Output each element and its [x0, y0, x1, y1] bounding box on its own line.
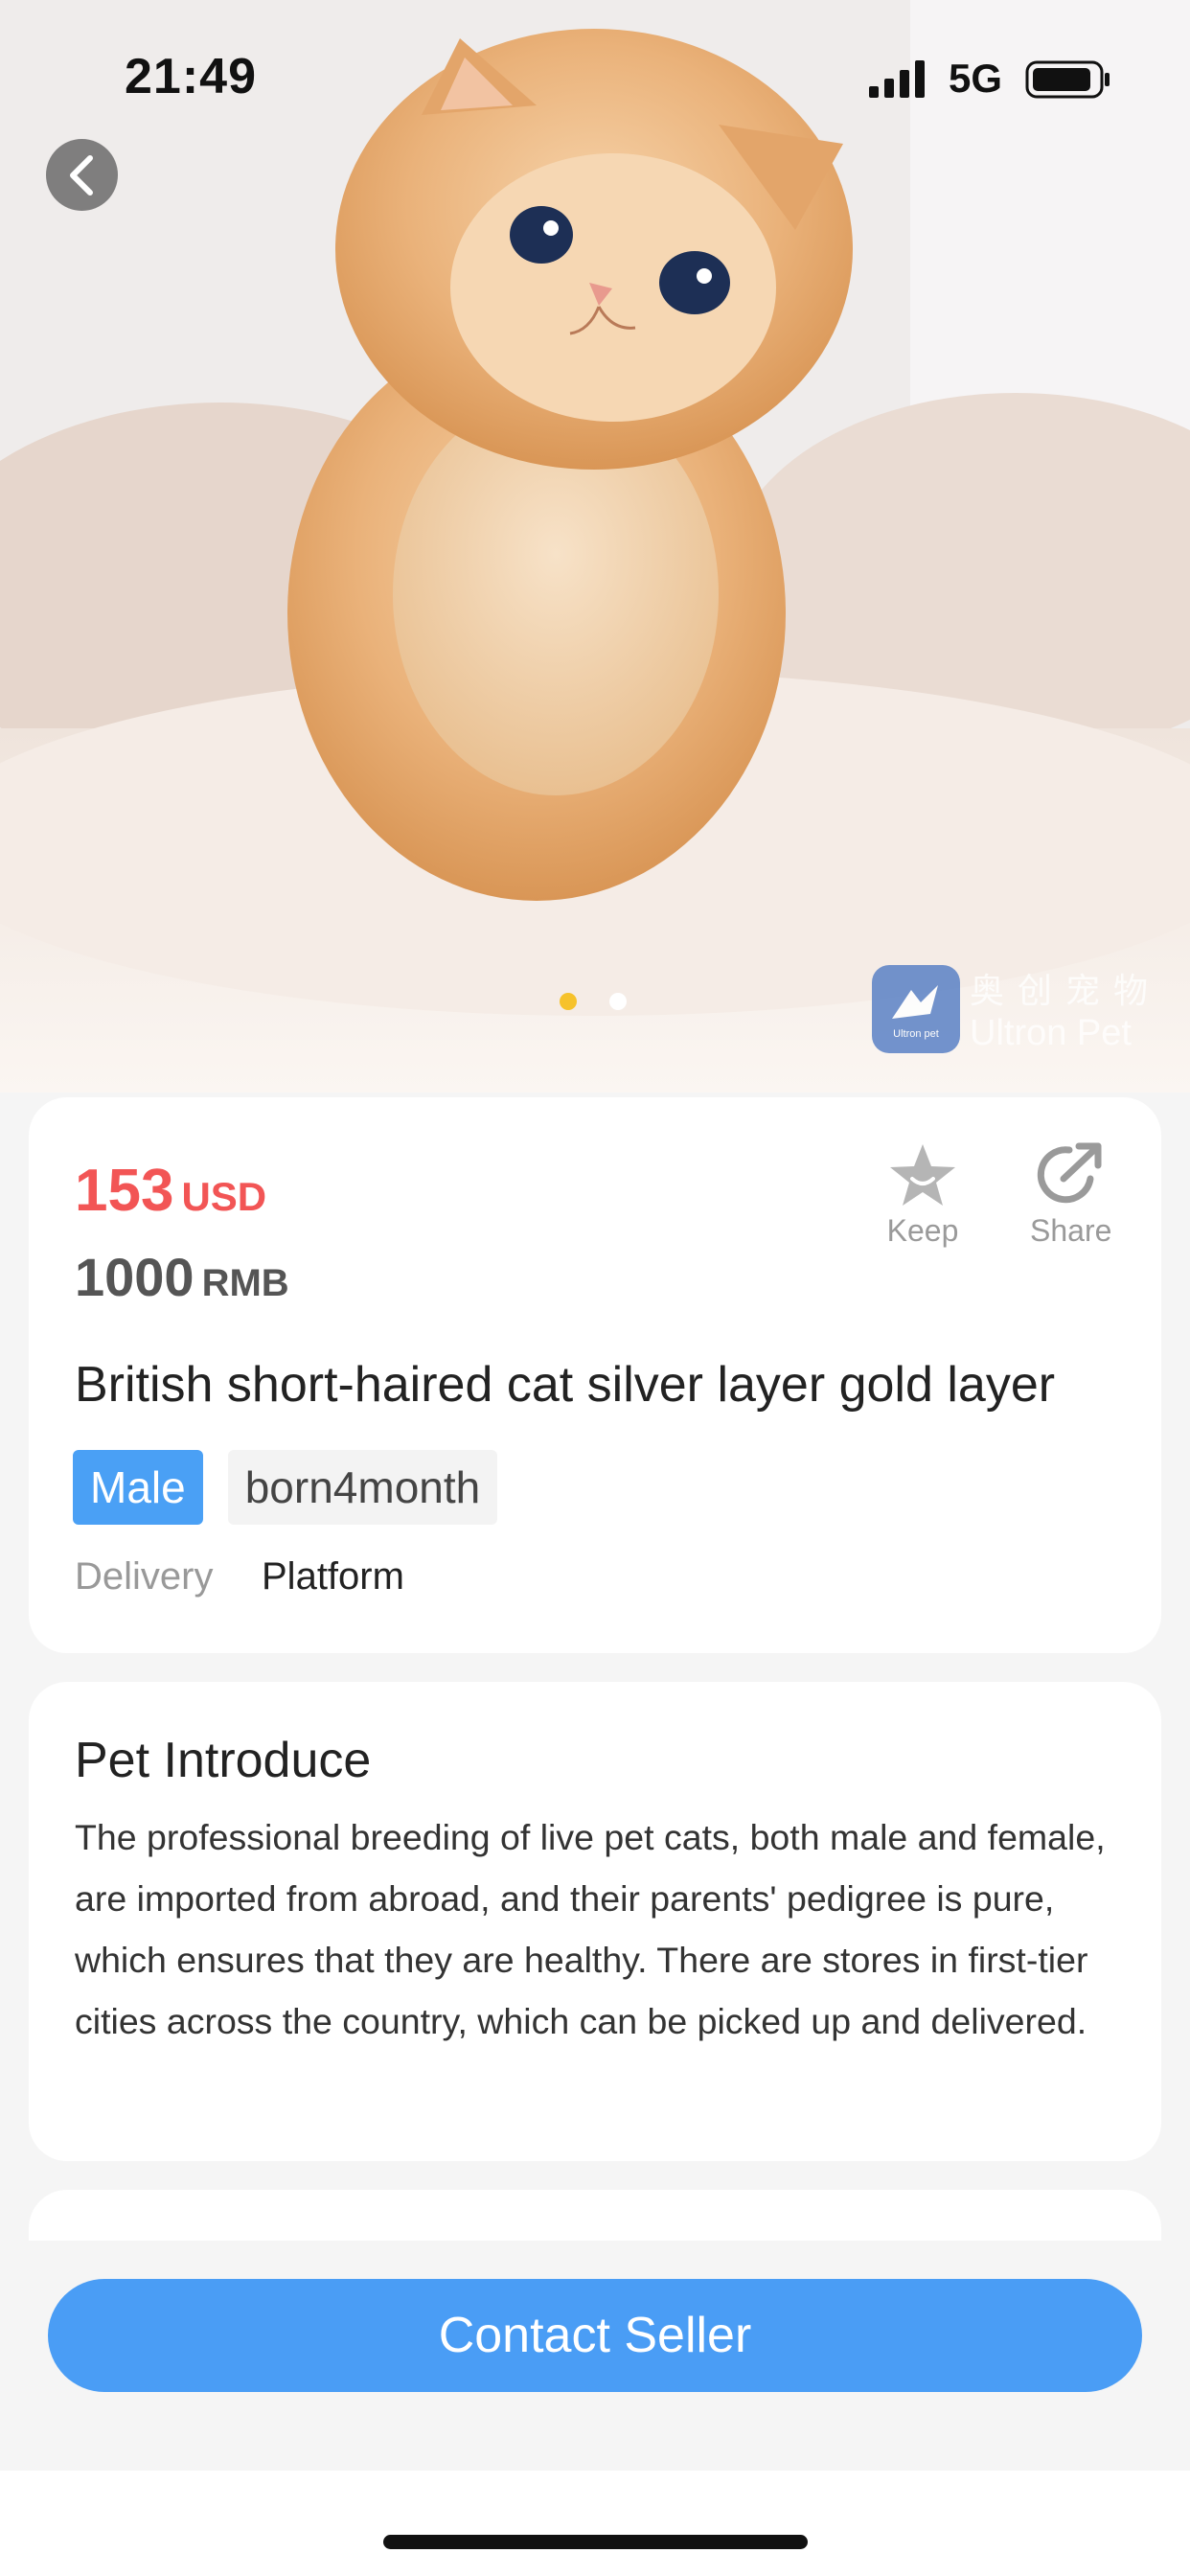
watermark-en: Ultron Pet — [970, 1013, 1132, 1053]
price-usd-value: 153 — [75, 1158, 174, 1224]
status-bar: 21:49 5G — [0, 0, 1190, 144]
home-indicator-area — [0, 2471, 1190, 2576]
chevron-left-icon — [69, 154, 93, 196]
kitten-photo — [0, 0, 1190, 1092]
delivery-value: Platform — [262, 1555, 404, 1598]
share-label: Share — [1030, 1213, 1112, 1248]
intro-title: Pet Introduce — [75, 1733, 372, 1788]
home-indicator[interactable] — [383, 2535, 808, 2549]
keep-label: Keep — [886, 1213, 959, 1248]
share-button[interactable]: Share — [1030, 1140, 1111, 1249]
intro-body: The professional breeding of live pet ca… — [75, 1817, 1106, 2041]
status-time: 21:49 — [125, 49, 257, 104]
network-type: 5G — [949, 56, 1003, 101]
watermark: Ultron pet 奥创宠物 Ultron Pet — [872, 963, 1161, 1054]
price-rmb: 1000 RMB — [75, 1246, 289, 1308]
price-usd: 153 USD — [75, 1157, 266, 1225]
delivery-row: Delivery Platform — [75, 1555, 404, 1598]
price-usd-unit: USD — [181, 1174, 267, 1219]
back-button[interactable] — [46, 139, 118, 211]
share-icon — [1037, 1142, 1102, 1204]
pet-info-card: 153 USD 1000 RMB Keep Share British short-… — [29, 1097, 1161, 1653]
contact-seller-button[interactable]: Contact Seller — [48, 2279, 1142, 2392]
carousel-pager — [560, 993, 627, 1010]
age-tag: born4month — [227, 1450, 498, 1525]
star-icon — [890, 1144, 955, 1206]
signal-icon — [869, 60, 925, 98]
pet-title: British short-haired cat silver layer go… — [75, 1357, 1056, 1413]
keep-button[interactable]: Keep — [886, 1140, 959, 1249]
ultron-pet-logo: Ultron pet — [872, 964, 960, 1053]
delivery-label: Delivery — [75, 1555, 214, 1598]
pager-dot[interactable] — [609, 993, 627, 1010]
price-rmb-unit: RMB — [201, 1262, 289, 1304]
pet-introduce-card: Pet Introduce The professional breeding … — [29, 1682, 1161, 2161]
bottom-action-bar: Contact Seller — [0, 2241, 1190, 2471]
price-rmb-value: 1000 — [75, 1247, 195, 1307]
pet-tags: Male born4month — [73, 1450, 498, 1525]
watermark-cn: 奥创宠物 — [970, 971, 1162, 1010]
pager-dot-active[interactable] — [560, 993, 577, 1010]
pet-photo-carousel[interactable]: 21:49 5G Ultron pet 奥创宠物 Ultron Pet — [0, 0, 1190, 1092]
svg-text:Ultron pet: Ultron pet — [893, 1028, 939, 1040]
gender-tag: Male — [73, 1450, 203, 1525]
battery-icon — [1025, 60, 1110, 99]
